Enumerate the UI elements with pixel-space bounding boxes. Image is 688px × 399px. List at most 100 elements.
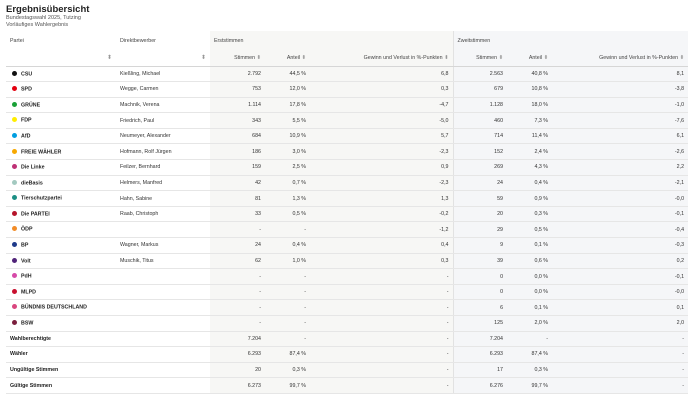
party-color-swatch — [12, 257, 17, 263]
erst-gewinn: 5,7 — [310, 128, 454, 145]
party-cell: FREIE WÄHLER — [6, 143, 116, 161]
party-name: BÜNDNIS DEUTSCHLAND — [21, 304, 87, 311]
erst-stimmen: 159 — [210, 159, 265, 176]
erst-anteil: 12,0 % — [265, 81, 310, 98]
candidate-name — [116, 315, 210, 332]
zweit-stimmen: 20 — [452, 206, 508, 223]
erst-gewinn: -1,2 — [310, 221, 454, 239]
sort-e-stimmen-button[interactable]: Stimmen ⬍ — [210, 50, 265, 67]
party-name: ÖDP — [21, 226, 33, 233]
party-color-swatch — [12, 195, 17, 201]
party-name: MLPD — [21, 289, 37, 296]
party-cell: PdH — [6, 268, 116, 285]
party-cell: dieBasis — [6, 175, 116, 192]
party-cell: BP — [6, 237, 116, 254]
party-cell: SPD — [6, 81, 116, 98]
erst-stimmen: 24 — [210, 237, 265, 254]
sort-z-stimmen-button[interactable]: Stimmen ⬍ — [452, 50, 508, 67]
erst-stimmen: - — [210, 284, 265, 301]
party-row: CSU Kießling, Michael 2.792 44,5 % 6,8 2.563 4… — [6, 66, 688, 83]
zweit-anteil: 7,3 % — [507, 112, 553, 129]
erst-stimmen: 62 — [210, 253, 265, 270]
zweit-anteil: 2,0 % — [507, 315, 553, 332]
zweit-stimmen: 6.293 — [452, 346, 508, 363]
party-color-swatch — [12, 164, 17, 170]
candidate-name — [116, 221, 210, 239]
party-color-swatch — [12, 132, 17, 138]
zweit-stimmen: 7.204 — [452, 330, 508, 348]
sort-e-gewinn-button[interactable]: Gewinn und Verlust in %-Punkten ⬍ — [310, 50, 454, 67]
zweit-anteil: 40,8 % — [507, 66, 553, 83]
sort-z-anteil-button[interactable]: Anteil ⬍ — [507, 50, 553, 67]
sort-e-anteil-button[interactable]: Anteil ⬍ — [265, 50, 310, 67]
party-row: ÖDP - - -1,2 29 0,5 % -0,4 — [6, 221, 688, 239]
zweit-anteil: 87,4 % — [507, 346, 553, 363]
sort-z-gewinn-button[interactable]: Gewinn und Verlust in %-Punkten ⬍ — [552, 50, 688, 67]
party-cell: Tierschutzpartei — [6, 190, 116, 207]
sort-icon: ⬍ — [256, 54, 261, 61]
summary-row: Gültige Stimmen 6.273 99,7 % -6.276 99,7 % - — [6, 377, 688, 394]
party-row: BP Wagner, Markus 24 0,4 % 0,4 9 0,1 % -0,3 — [6, 237, 688, 254]
erst-anteil: - — [265, 268, 310, 285]
zweit-gewinn: 0,1 — [552, 299, 688, 316]
candidate-name: Raab, Christoph — [116, 206, 210, 223]
party-cell: Volt — [6, 253, 116, 270]
erst-anteil: - — [265, 221, 310, 239]
party-row: GRÜNE Machnik, Verena 1.114 17,8 % -4,7 1.128… — [6, 97, 688, 114]
erst-gewinn: -0,2 — [310, 206, 454, 223]
erst-gewinn: - — [310, 299, 454, 316]
party-name: BP — [21, 242, 29, 249]
party-color-swatch — [12, 86, 17, 92]
zweit-stimmen: 24 — [452, 175, 508, 192]
result-status: Vorläufiges Wahlergebnis — [6, 22, 69, 28]
erst-anteil: 0,5 % — [265, 206, 310, 223]
party-cell: CSU — [6, 66, 116, 83]
party-name: FREIE WÄHLER — [21, 149, 62, 156]
zweit-gewinn: -1,0 — [552, 97, 688, 114]
erst-anteil: 1,0 % — [265, 253, 310, 270]
zweit-gewinn: - — [552, 330, 688, 348]
erst-anteil: 5,5 % — [265, 112, 310, 129]
erst-stimmen: 6.273 — [210, 377, 265, 394]
zweit-stimmen: 29 — [452, 221, 508, 239]
party-name: SPD — [21, 86, 32, 93]
candidate-name — [116, 268, 210, 285]
party-name: AfD — [21, 133, 31, 140]
erst-gewinn: 0,3 — [310, 253, 454, 270]
erst-stimmen: 753 — [210, 81, 265, 98]
zweit-gewinn: 8,1 — [552, 66, 688, 83]
party-row: BÜNDNIS DEUTSCHLAND - - -6 0,1 % 0,1 — [6, 299, 688, 316]
summary-row: Wähler 6.293 87,4 % -6.293 87,4 % - — [6, 346, 688, 363]
party-cell: FDP — [6, 112, 116, 129]
election-name: Bundestagswahl 2025, Tutzing — [6, 15, 81, 21]
party-name: BSW — [21, 320, 34, 327]
zweit-gewinn: 2,0 — [552, 315, 688, 332]
col-header-partei: Partei — [10, 37, 24, 44]
zweit-stimmen: 460 — [452, 112, 508, 129]
party-color-swatch — [12, 70, 17, 76]
party-row: Volt Muschik, Titus 62 1,0 % 0,3 39 0,6 % 0,2 — [6, 253, 688, 270]
sort-icon: ⬍ — [543, 54, 549, 61]
party-row: PdH - - -0 0,0 % -0,1 — [6, 268, 688, 285]
zweit-gewinn: -2,6 — [552, 143, 688, 161]
zweit-anteil: 0,1 % — [507, 237, 553, 254]
zweit-gewinn: -0,0 — [552, 190, 688, 207]
summary-label: Gültige Stimmen — [6, 377, 210, 394]
sort-direktbewerber-button[interactable]: ⬍ — [116, 50, 210, 67]
erst-gewinn: - — [310, 315, 454, 332]
zweit-stimmen: 152 — [452, 143, 508, 161]
party-color-swatch — [12, 117, 17, 123]
results-table: Partei Direktbewerber Erststimmen Zweits… — [6, 31, 688, 394]
erst-stimmen: - — [210, 315, 265, 332]
group-header-erststimmen: Erststimmen — [210, 31, 454, 50]
party-row: SPD Wegge, Carmen 753 12,0 % 0,3 679 10,8 % -3,… — [6, 81, 688, 98]
col-header-label: Stimmen — [234, 54, 256, 61]
candidate-name: Friedrich, Paul — [116, 112, 210, 129]
erst-stimmen: 20 — [210, 362, 265, 379]
sort-partei-button[interactable]: ⬍ — [6, 50, 116, 67]
candidate-name: Hofmann, Rolf Jürgen — [116, 143, 210, 161]
zweit-stimmen: 39 — [452, 253, 508, 270]
sort-icon: ⬍ — [301, 54, 306, 61]
erst-anteil: 44,5 % — [265, 66, 310, 83]
sort-icon: ⬍ — [106, 55, 112, 62]
